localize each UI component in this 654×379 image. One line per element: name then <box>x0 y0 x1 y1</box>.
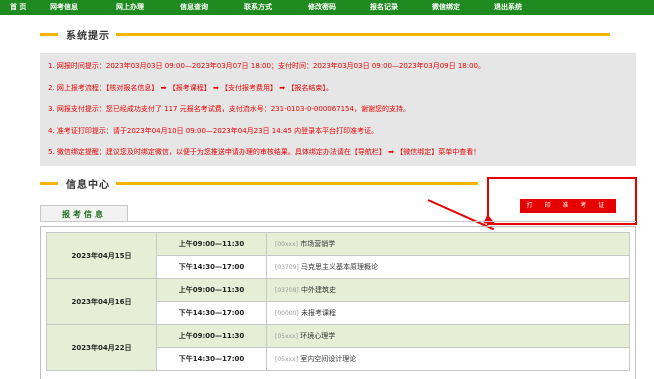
table-row: 2023年04月15日 上午09:00—11:30 [00xxx] 市场营销学 <box>46 232 630 279</box>
system-notice-title: 系统提示 <box>66 30 110 42</box>
notice-line: 3. 网报支付提示：您已经成功支付了 117 元报名考试费，支付流水号：231-… <box>48 105 411 113</box>
subject-name: 马克思主义基本原理概论 <box>301 263 379 271</box>
top-nav-bar: 首 页 网考信息 网上办理 信息查询 联系方式 修改密码 报名记录 微信绑定 退… <box>0 0 654 15</box>
notice-line: 2. 网上报考流程：【核对报名信息】 ➡ 【报考课程】 ➡ 【支付报考费用】 ➡… <box>48 83 333 92</box>
header-bar-right <box>116 32 610 36</box>
table-row: 2023年04月16日 上午09:00—11:30 [03708] 中外建筑史 <box>46 278 630 325</box>
header-bar-right <box>116 181 478 185</box>
subject-name: 未报考课程 <box>301 309 337 317</box>
exam-schedule-table: 2023年04月15日 上午09:00—11:30 [00xxx] 市场营销学 … <box>46 232 630 371</box>
tab-registration-info[interactable]: 报考信息 <box>40 205 128 222</box>
nav-item-exam-info[interactable]: 网考信息 <box>50 0 78 15</box>
nav-item-wechat-binding[interactable]: 微信绑定 <box>432 0 460 15</box>
subject-code: [00xxx] <box>275 241 298 248</box>
subject-name: 市场营销学 <box>300 240 336 248</box>
info-center-title: 信息中心 <box>66 179 110 191</box>
nav-item-registration-records[interactable]: 报名记录 <box>370 0 398 15</box>
subject-code: [05xxx] <box>275 333 298 340</box>
exam-time: 上午09:00—11:30 <box>156 232 267 256</box>
subject-name: 环境心理学 <box>300 332 336 340</box>
subject-code: [03709] <box>275 264 299 271</box>
notice-line: 5. 微信绑定提醒：建议您及时绑定微信，以便于为您推送申请办理的审核结果。具体绑… <box>48 148 481 156</box>
nav-item-contact[interactable]: 联系方式 <box>244 0 272 15</box>
exam-subject-cell: [03709] 马克思主义基本原理概论 <box>266 255 630 279</box>
exam-date: 2023年04月22日 <box>46 324 157 371</box>
nav-item-change-password[interactable]: 修改密码 <box>308 0 336 15</box>
exam-time: 上午09:00—11:30 <box>156 278 267 302</box>
exam-time: 上午09:00—11:30 <box>156 324 267 348</box>
exam-time: 下午14:30—17:00 <box>156 301 267 325</box>
info-center-header: 信息中心 <box>40 176 478 191</box>
subject-code: [05xxx] <box>275 356 298 363</box>
nav-item-online-service[interactable]: 网上办理 <box>116 0 144 15</box>
exam-date: 2023年04月16日 <box>46 278 157 325</box>
table-row: 2023年04月22日 上午09:00—11:30 [05xxx] 环境心理学 <box>46 324 630 371</box>
exam-subject-cell: [03708] 中外建筑史 <box>266 278 630 302</box>
tab-divider <box>40 221 636 222</box>
exam-subject-cell: [05xxx] 室内空间设计理论 <box>266 347 630 371</box>
nav-item-home[interactable]: 首 页 <box>10 0 26 15</box>
exam-subject-cell: [05xxx] 环境心理学 <box>266 324 630 348</box>
exam-schedule-panel: 2023年04月15日 上午09:00—11:30 [00xxx] 市场营销学 … <box>40 226 636 379</box>
exam-time: 下午14:30—17:00 <box>156 347 267 371</box>
exam-time: 下午14:30—17:00 <box>156 255 267 279</box>
nav-item-info-query[interactable]: 信息查询 <box>180 0 208 15</box>
exam-date: 2023年04月15日 <box>46 232 157 279</box>
subject-name: 室内空间设计理论 <box>300 355 357 363</box>
exam-subject-cell: [00xxx] 市场营销学 <box>266 232 630 256</box>
header-bar-left <box>40 181 58 185</box>
system-notice-box: 1. 网报时间提示：2023年03月03日 09:00—2023年03月07日 … <box>40 53 636 166</box>
exam-subject-cell: [00000] 未报考课程 <box>266 301 630 325</box>
notice-line: 1. 网报时间提示：2023年03月03日 09:00—2023年03月07日 … <box>48 62 486 70</box>
subject-code: [03708] <box>275 287 299 294</box>
notice-line: 4. 准考证打印提示：请于2023年04月10日 09:00—2023年04月2… <box>48 126 379 135</box>
system-notice-header: 系统提示 <box>40 27 610 42</box>
subject-name: 中外建筑史 <box>301 286 337 294</box>
subject-code: [00000] <box>275 310 299 317</box>
nav-item-logout[interactable]: 退出系统 <box>494 0 522 15</box>
print-admission-ticket-button[interactable]: 打 印 准 考 证 <box>520 199 616 213</box>
header-bar-left <box>40 32 58 36</box>
